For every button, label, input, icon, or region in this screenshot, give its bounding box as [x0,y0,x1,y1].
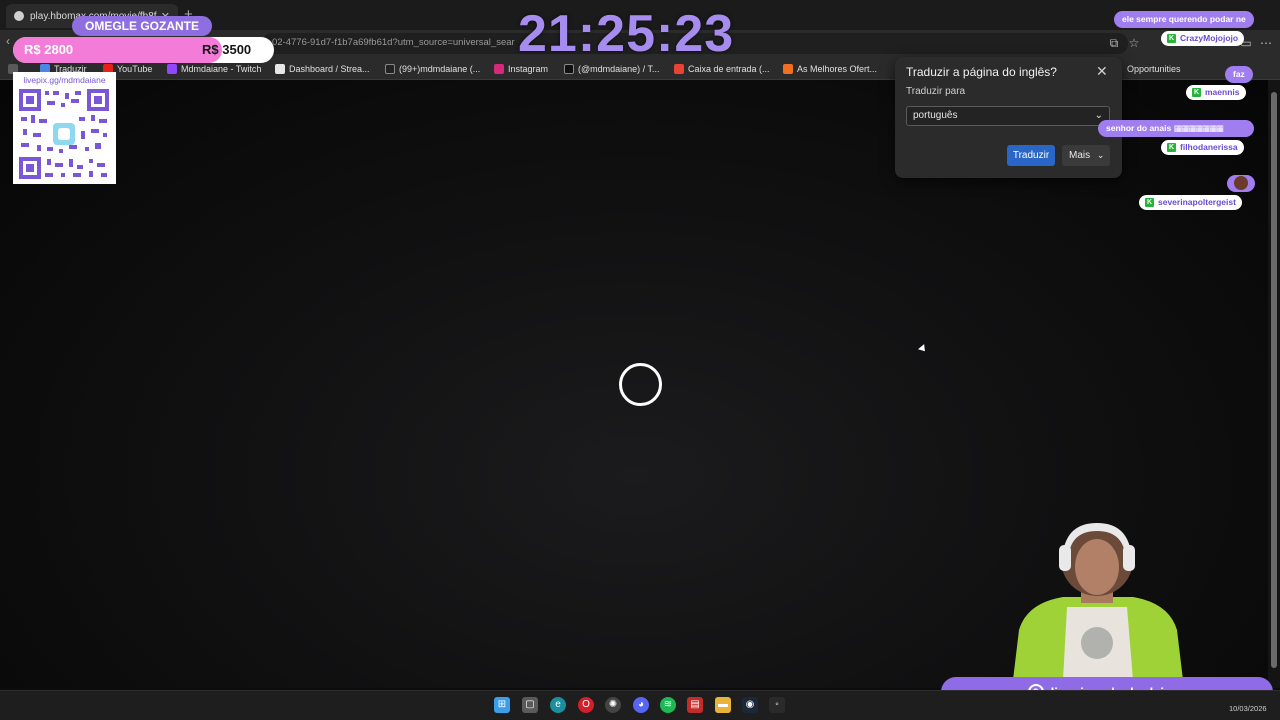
chat-username: K CrazyMojojojo [1161,31,1245,46]
twitch-icon [167,64,177,74]
kick-badge-icon: K [1145,198,1154,207]
windows-start-icon[interactable]: ⊞ [494,697,510,713]
donation-current: R$ 2800 [24,42,74,57]
language-value: português [913,110,958,121]
translate-button[interactable]: Traduzir [1007,145,1055,166]
emote-row-icon: ▦▦▦▦▦▦▦ [1173,123,1224,133]
donation-goal-title: OMEGLE GOZANTE [72,16,212,36]
bookmark-item[interactable]: Opportunities [1127,62,1181,76]
scrollbar-thumb[interactable] [1271,92,1277,668]
edge-browser-icon[interactable]: e [550,697,566,713]
chat-message [1227,175,1255,192]
app-icon[interactable]: ◦ [769,697,785,713]
bookmark-item[interactable]: Instagram [494,62,548,76]
kick-badge-icon: K [1167,143,1176,152]
qr-caption: livepix.gg/mdmdaiane [23,75,106,85]
task-view-icon[interactable]: ▢ [522,697,538,713]
bookmark-item[interactable]: Dashboard / Strea... [275,62,370,76]
chat-message: faz [1225,66,1253,83]
gmail-icon [674,64,684,74]
chat-message: senhor do anais ▦▦▦▦▦▦▦ [1098,120,1254,137]
discord-icon[interactable]: ◕ [633,697,649,713]
shop-icon [783,64,793,74]
donation-goal: R$ 3500 [202,42,252,57]
taskbar-date: 10/03/2026 [1229,704,1267,713]
chat-username: Kfilhodanerissa [1161,140,1244,155]
scrollbar[interactable] [1268,80,1280,688]
dashboard-icon [275,64,285,74]
translate-to-label: Traduzir para [906,86,966,97]
language-select[interactable]: português ⌄ [906,106,1110,126]
bookmark-item[interactable]: Mdmdaiane - Twitch [167,62,261,76]
file-explorer-icon[interactable]: ▬ [715,697,731,713]
emote-icon [1234,176,1248,190]
back-arrow-icon[interactable]: ‹ [6,34,10,48]
chat-message: ele sempre querendo podar ne [1114,11,1254,28]
site-favicon-icon [14,11,24,21]
more-menu-icon[interactable]: ⋯ [1258,35,1274,51]
bookmark-item[interactable]: As Melhores Ofert... [783,62,877,76]
translate-icon[interactable]: ⧉ [1106,35,1122,51]
close-icon[interactable]: ✕ [1096,63,1108,80]
qr-code-icon [19,89,109,179]
instagram-icon [494,64,504,74]
webcam-feed [1013,523,1183,680]
bookmark-item[interactable]: (99+)mdmdaiane (... [385,62,480,76]
opera-icon[interactable]: O [578,697,594,713]
chat-username: Kseverinapoltergeist [1139,195,1242,210]
steam-icon[interactable]: ◉ [742,697,758,713]
tiktok-icon [385,64,395,74]
more-button[interactable]: Mais ⌄ [1062,145,1110,166]
bookmark-star-icon[interactable]: ☆ [1126,35,1142,51]
chatgpt-icon[interactable]: ✺ [605,697,621,713]
kick-badge-icon: K [1167,34,1176,43]
kick-badge-icon: K [1192,88,1201,97]
chat-username: Kmaennis [1186,85,1246,100]
bookmark-item[interactable]: Caixa de entrada (... [674,62,770,76]
x-twitter-icon [564,64,574,74]
loading-spinner-icon [619,363,662,406]
bookmark-item[interactable]: (@mdmdaiane) / T... [564,62,660,76]
chevron-down-icon: ⌄ [1096,150,1105,160]
spotify-icon[interactable]: ≋ [660,697,676,713]
app-icon[interactable]: ▤ [687,697,703,713]
stream-clock: 21:25:23 [518,5,735,63]
translate-popup-title: Traduzir a página do inglês? [906,65,1057,79]
